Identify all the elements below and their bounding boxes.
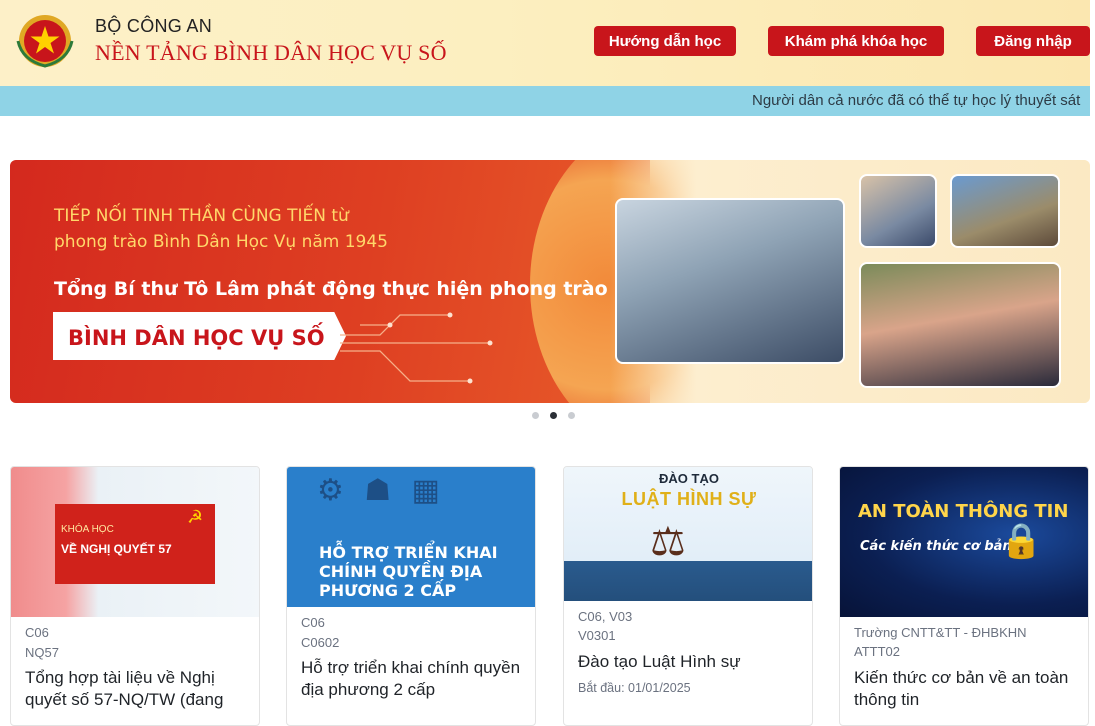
course-thumbnail[interactable]: ⚙ ☗ ▦ HỖ TRỢ TRIỂN KHAI CHÍNH QUYỀN ĐỊA …	[287, 467, 535, 607]
explore-courses-button[interactable]: Khám phá khóa học	[768, 26, 944, 56]
banner-pill-text: BÌNH DÂN HỌC VỤ SỐ	[68, 326, 325, 350]
circuit-lines-decoration	[340, 312, 493, 384]
course-title[interactable]: Hỗ trợ triển khai chính quyền địa phương…	[301, 657, 529, 701]
org-name: BỘ CÔNG AN	[95, 16, 213, 36]
banner-photo-police-students	[615, 198, 845, 364]
course-unit: C06	[301, 615, 325, 630]
course-thumbnail[interactable]: ĐÀO TẠO LUẬT HÌNH SỰ ⚖	[564, 467, 812, 601]
thumb-subtitle: ĐÀO TẠO	[659, 471, 719, 486]
course-title[interactable]: Kiến thức cơ bản về an toàn thông tin	[854, 667, 1082, 711]
carousel-dot-1[interactable]	[532, 412, 539, 419]
banner-line-2: phong trào Bình Dân Học Vụ năm 1945	[54, 232, 388, 252]
course-unit: C06	[25, 625, 49, 640]
hammer-sickle-icon: ☭	[187, 507, 204, 527]
thumb-title: HỖ TRỢ TRIỂN KHAI CHÍNH QUYỀN ĐỊA PHƯƠNG…	[319, 543, 498, 600]
course-thumbnail[interactable]: AN TOÀN THÔNG TIN Các kiến thức cơ bản 🔒	[840, 467, 1088, 617]
course-card[interactable]: ĐÀO TẠO LUẬT HÌNH SỰ ⚖ C06, V03 V0301 Đà…	[563, 466, 813, 726]
course-code: ATTT02	[854, 644, 900, 659]
thumb-subtitle: KHÓA HỌC	[61, 524, 114, 535]
course-title[interactable]: Đào tạo Luật Hình sự	[578, 651, 806, 673]
thumb-background	[564, 467, 812, 601]
course-code: NQ57	[25, 645, 59, 660]
platform-name[interactable]: NỀN TẢNG BÌNH DÂN HỌC VỤ SỐ	[95, 40, 447, 66]
login-button[interactable]: Đăng nhập	[976, 26, 1090, 56]
carousel-dot-2-active[interactable]	[550, 412, 557, 419]
hero-banner[interactable]: TIẾP NỐI TINH THẦN CÙNG TIẾN từ phong tr…	[10, 160, 1090, 403]
gavel-scales-icon: ⚖	[650, 520, 686, 564]
course-card[interactable]: KHÓA HỌC VỀ NGHỊ QUYẾT 57 ☭ C06 NQ57 Tổn…	[10, 466, 260, 726]
banner-photo-phones-circle	[950, 174, 1060, 248]
course-unit: Trường CNTT&TT - ĐHBKHN	[854, 625, 1027, 640]
banner-photo-women-phone	[859, 262, 1061, 388]
course-code: C0602	[301, 635, 340, 650]
banner-photo-study-group	[859, 174, 937, 248]
banner-line-1: TIẾP NỐI TINH THẦN CÙNG TIẾN từ	[54, 206, 349, 226]
thumb-title: AN TOÀN THÔNG TIN	[858, 501, 1069, 522]
course-card[interactable]: AN TOÀN THÔNG TIN Các kiến thức cơ bản 🔒…	[839, 466, 1089, 726]
site-header: BỘ CÔNG AN NỀN TẢNG BÌNH DÂN HỌC VỤ SỐ H…	[0, 0, 1090, 86]
course-start-date: Bắt đầu: 01/01/2025	[578, 681, 691, 695]
carousel-dot-3[interactable]	[568, 412, 575, 419]
course-card[interactable]: ⚙ ☗ ▦ HỖ TRỢ TRIỂN KHAI CHÍNH QUYỀN ĐỊA …	[286, 466, 536, 726]
news-ticker: Người dân cả nước đã có thể tự học lý th…	[0, 86, 1090, 116]
course-unit: C06, V03	[578, 609, 633, 624]
carousel-dots	[532, 412, 576, 420]
police-emblem-logo[interactable]	[12, 14, 78, 68]
guide-button[interactable]: Hướng dẫn học	[594, 26, 736, 56]
thumb-title: VỀ NGHỊ QUYẾT 57	[61, 542, 172, 556]
thumb-subtitle: Các kiến thức cơ bản	[860, 539, 1012, 554]
course-thumbnail[interactable]: KHÓA HỌC VỀ NGHỊ QUYẾT 57 ☭	[11, 467, 259, 617]
course-code: V0301	[578, 628, 616, 643]
padlock-icon: 🔒	[1000, 522, 1043, 560]
thumb-title: LUẬT HÌNH SỰ	[621, 489, 757, 509]
course-title[interactable]: Tổng hợp tài liệu về Nghị quyết số 57-NQ…	[25, 667, 253, 711]
government-people-icons: ⚙ ☗ ▦	[317, 474, 446, 507]
ticker-text[interactable]: Người dân cả nước đã có thể tự học lý th…	[752, 92, 1080, 109]
banner-line-3: Tổng Bí thư Tô Lâm phát động thực hiện p…	[54, 278, 608, 300]
